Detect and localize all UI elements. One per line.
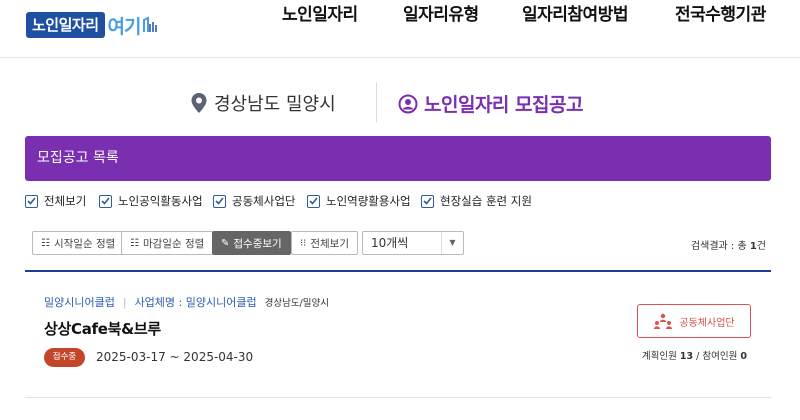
search-result-count: 검색결과 : 총 1건 [691,237,766,252]
nav-agencies[interactable]: 전국수행기관 [675,0,766,25]
section-title: 노인일자리 모집공고 [398,90,583,117]
show-all-button[interactable]: ⁝⁝ 전체보기 [291,231,358,255]
button-label: 시작일순 정렬 [53,237,116,250]
listing-business: 사업체명 : 밀양시니어클럽 [134,296,257,309]
joined-count: 0 [740,351,747,362]
region-selector[interactable]: 경상남도 밀양시 [190,90,336,116]
result-count: 1 [749,241,757,252]
logo-mark-icon [143,16,158,32]
listing-region: 경상남도/밀양시 [264,298,329,309]
filter-community[interactable]: 공동체사업단 [213,193,295,209]
checkbox-checked-icon[interactable] [25,194,38,208]
page-size-select[interactable]: 10개씩 ▼ [362,231,464,255]
filter-public-activity[interactable]: 노인공익활동사업 [99,193,203,209]
nav-how-to-participate[interactable]: 일자리참여방법 [522,0,628,25]
filter-label: 노인역량활용사업 [326,194,411,208]
nav-senior-jobs[interactable]: 노인일자리 [282,0,358,25]
listing-meta: 밀양시니어클럽 | 사업체명 : 밀양시니어클럽 경상남도/밀양시 [44,294,329,310]
status-badge: 접수중 [44,348,85,367]
checkbox-checked-icon[interactable] [421,194,434,208]
show-open-button[interactable]: ✎ 접수중보기 [212,231,291,255]
page-size-value: 10개씩 [371,236,409,250]
button-label: 마감일순 정렬 [142,237,205,250]
user-circle-icon [398,94,418,113]
planned-count: 13 [679,351,694,362]
list-icon: ☷ [41,237,50,249]
button-label: 전체보기 [310,237,349,250]
section-title-text: 노인일자리 모집공고 [424,94,583,116]
sort-start-date-button[interactable]: ☷ 시작일순 정렬 [32,231,125,255]
list-header-bar: 모집공고 목록 [25,136,771,181]
job-type-badge: 공동체사업단 [637,304,751,338]
filter-label: 노인공익활동사업 [118,194,203,208]
site-logo[interactable]: 노인일자리 여기 [26,12,158,38]
meta-separator: | [122,295,127,309]
planned-label: 계획인원 [641,351,680,362]
list-icon: ☷ [130,237,139,249]
filter-field-training[interactable]: 현장실습 훈련 지원 [421,193,532,209]
listing-title[interactable]: 상상Cafe북&브루 [44,318,161,339]
listing-period: 2025-03-17 ~ 2025-04-30 [96,350,254,364]
checkbox-checked-icon[interactable] [307,194,320,208]
result-suffix: 건 [756,241,766,252]
sort-deadline-button[interactable]: ☷ 마감일순 정렬 [121,231,214,255]
checkbox-checked-icon[interactable] [99,194,112,208]
logo-main-text: 노인일자리 [26,12,105,38]
button-label: 접수중보기 [233,237,282,250]
listing-org[interactable]: 밀양시니어클럽 [44,294,115,310]
people-group-icon [654,313,673,329]
counts-separator: / [693,351,703,362]
filter-label: 전체보기 [44,194,87,208]
list-bottom-divider [25,397,771,398]
location-pin-icon [191,93,207,113]
joined-label: 참여인원 [702,351,741,362]
pencil-icon: ✎ [221,237,230,249]
region-name: 경상남도 밀양시 [214,94,336,115]
job-type-label: 공동체사업단 [679,317,735,329]
grid-icon: ⁝⁝ [300,237,307,249]
nav-job-types[interactable]: 일자리유형 [403,0,479,25]
divider [376,82,377,122]
filter-label: 현장실습 훈련 지원 [440,194,532,208]
participant-counts: 계획인원 13 / 참여인원 0 [642,348,747,362]
checkbox-checked-icon[interactable] [213,194,226,208]
filter-all[interactable]: 전체보기 [25,193,86,209]
filter-label: 공동체사업단 [232,194,296,208]
site-header: 노인일자리 여기 노인일자리 일자리유형 일자리참여방법 전국수행기관 [0,0,800,58]
location-row: 경상남도 밀양시 노인일자리 모집공고 [0,82,800,122]
logo-sub-text: 여기 [107,15,142,38]
list-top-divider [25,270,771,272]
filter-competency[interactable]: 노인역량활용사업 [307,193,411,209]
result-prefix: 검색결과 : 총 [690,241,750,252]
chevron-down-icon: ▼ [441,232,463,254]
